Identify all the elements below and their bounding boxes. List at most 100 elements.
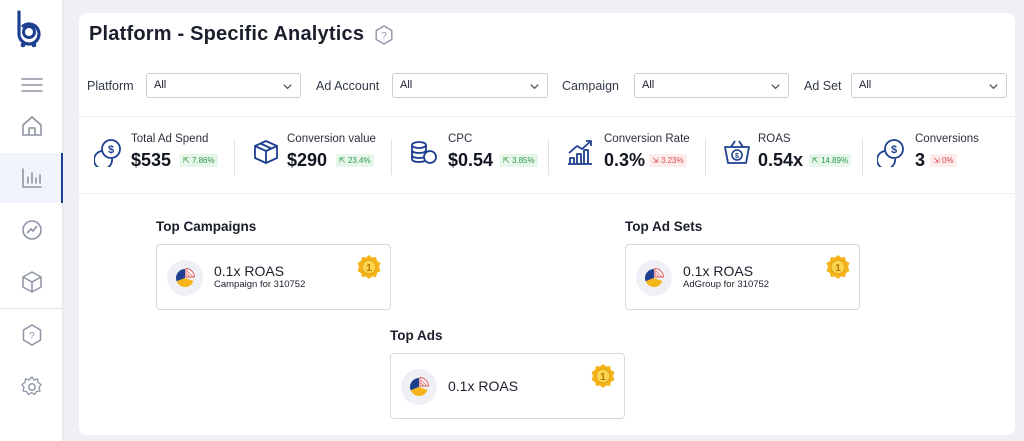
- sidebar-divider: [0, 308, 63, 309]
- filters-row: Platform All Ad Account All Campaign All…: [87, 73, 1007, 99]
- roas-value: 0.1x ROAS: [448, 378, 519, 394]
- stat-label: Conversion value: [287, 133, 376, 145]
- pie-chart-icon: [167, 260, 203, 296]
- roas-value: 0.1x ROAS: [214, 263, 285, 279]
- stat-change-value: 23.4%: [347, 156, 371, 165]
- svg-text:?: ?: [29, 331, 35, 342]
- ad-set-name: AdGroup for 310752: [683, 279, 770, 290]
- stat-value: $290: [287, 150, 328, 170]
- stat-label: CPC: [448, 133, 473, 145]
- campaign-select-value: All: [642, 79, 655, 91]
- stat-change-badge: ⇱ 3.85%: [500, 154, 538, 167]
- sidebar-item-analytics[interactable]: [0, 153, 63, 203]
- dollar-coins-icon: $: [94, 139, 121, 167]
- stats-bar: $ Total Ad Spend $535 ⇱ 7.86% Conversion…: [79, 116, 1015, 194]
- stat-change-value: 7.86%: [191, 156, 215, 165]
- campaign-select[interactable]: All: [634, 73, 789, 98]
- filter-label-campaign: Campaign: [562, 79, 619, 93]
- top-ad-sets-title: Top Ad Sets: [625, 219, 703, 234]
- logo-icon[interactable]: [14, 10, 44, 48]
- top-ad-set-card[interactable]: 0.1x ROAS AdGroup for 310752 1: [625, 244, 860, 310]
- top-ad-card[interactable]: 0.1x ROAS 1: [390, 353, 625, 419]
- stat-label: Total Ad Spend: [131, 133, 209, 145]
- medal-rank: 1: [366, 263, 372, 274]
- settings-icon: [20, 376, 42, 396]
- analytics-card: Platform - Specific Analytics ? Platform…: [79, 13, 1015, 435]
- chevron-down-icon: [989, 84, 998, 90]
- stat-change-badge: ⇲ 0%: [930, 154, 957, 167]
- top-campaign-card[interactable]: 0.1x ROAS Campaign for 310752 1: [156, 244, 391, 310]
- stat-change-value: 3.23%: [660, 156, 684, 165]
- gold-medal-icon: 1: [591, 364, 615, 388]
- stat-divider: [548, 139, 549, 175]
- svg-text:$: $: [735, 153, 739, 160]
- stat-label: ROAS: [758, 133, 791, 145]
- platform-select[interactable]: All: [146, 73, 301, 98]
- medal-rank: 1: [600, 372, 606, 383]
- chevron-down-icon: [530, 84, 539, 90]
- stat-cpc: CPC $0.54 ⇱ 3.85%: [408, 117, 553, 195]
- dashboard-gauge-icon: [21, 220, 42, 240]
- stat-change-badge: ⇱ 14.89%: [809, 154, 852, 167]
- page-title: Platform - Specific Analytics: [89, 23, 365, 45]
- gold-medal-icon: 1: [357, 255, 381, 279]
- home-icon: [21, 116, 42, 136]
- stat-value: 0.54x: [758, 150, 804, 170]
- stat-change-value: 14.89%: [820, 156, 849, 165]
- stat-divider: [705, 139, 706, 175]
- stat-total-ad-spend: $ Total Ad Spend $535 ⇱ 7.86%: [94, 117, 234, 195]
- stat-divider: [391, 139, 392, 175]
- sidebar-item-home[interactable]: [0, 101, 63, 151]
- stat-value: $535: [131, 150, 172, 170]
- sidebar-item-dashboard[interactable]: [0, 205, 63, 255]
- svg-text:?: ?: [381, 31, 387, 42]
- stat-conversion-value: Conversion value $290 ⇱ 23.4%: [251, 117, 396, 195]
- ad-account-select-value: All: [400, 79, 413, 91]
- top-campaigns-title: Top Campaigns: [156, 219, 257, 234]
- package-icon: [21, 271, 42, 293]
- campaign-name: Campaign for 310752: [214, 279, 306, 290]
- stat-change-value: 3.85%: [511, 156, 535, 165]
- stat-roas: $ ROAS 0.54x ⇱ 14.89%: [722, 117, 862, 195]
- menu-icon: [20, 78, 43, 92]
- dollar-coins-icon: $: [877, 139, 904, 167]
- stat-value: 0.3%: [604, 150, 646, 170]
- stat-change-badge: ⇲ 3.23%: [649, 154, 687, 167]
- platform-select-value: All: [154, 79, 167, 91]
- stat-value: $0.54: [448, 150, 494, 170]
- roas-value: 0.1x ROAS: [683, 263, 754, 279]
- help-icon[interactable]: ?: [374, 24, 394, 45]
- stat-divider: [862, 139, 863, 175]
- analytics-icon: [21, 168, 42, 188]
- sidebar-item-help[interactable]: ?: [0, 310, 63, 360]
- svg-text:$: $: [108, 144, 114, 156]
- ad-set-select[interactable]: All: [851, 73, 1007, 98]
- ad-account-select[interactable]: All: [392, 73, 548, 98]
- stat-label: Conversion Rate: [604, 133, 690, 145]
- gold-medal-icon: 1: [826, 255, 850, 279]
- stat-divider: [234, 139, 235, 175]
- filter-label-ad-account: Ad Account: [316, 79, 380, 93]
- pie-chart-icon: [636, 260, 672, 296]
- title-row: Platform - Specific Analytics ?: [89, 23, 394, 46]
- stat-change-value: 0%: [941, 156, 954, 165]
- bar-chart-trend-icon: [568, 140, 592, 165]
- coin-stack-icon: [411, 141, 437, 164]
- stat-conversions: $ Conversions 3 ⇲ 0%: [877, 117, 1007, 195]
- help-icon: ?: [22, 324, 41, 346]
- sidebar: ?: [0, 0, 63, 441]
- pie-chart-icon: [401, 369, 437, 405]
- filter-label-platform: Platform: [87, 79, 134, 93]
- stat-change-badge: ⇱ 7.86%: [180, 154, 218, 167]
- stat-conversion-rate: Conversion Rate 0.3% ⇲ 3.23%: [565, 117, 710, 195]
- sidebar-item-settings[interactable]: [0, 362, 63, 412]
- svg-text:$: $: [891, 144, 897, 156]
- chevron-down-icon: [283, 84, 292, 90]
- cart-dollar-icon: $: [724, 140, 750, 164]
- sidebar-item-products[interactable]: [0, 257, 63, 307]
- ad-set-select-value: All: [859, 79, 872, 91]
- stat-change-badge: ⇱ 23.4%: [336, 154, 374, 167]
- medal-rank: 1: [835, 263, 841, 274]
- chevron-down-icon: [771, 84, 780, 90]
- filter-label-ad-set: Ad Set: [804, 79, 842, 93]
